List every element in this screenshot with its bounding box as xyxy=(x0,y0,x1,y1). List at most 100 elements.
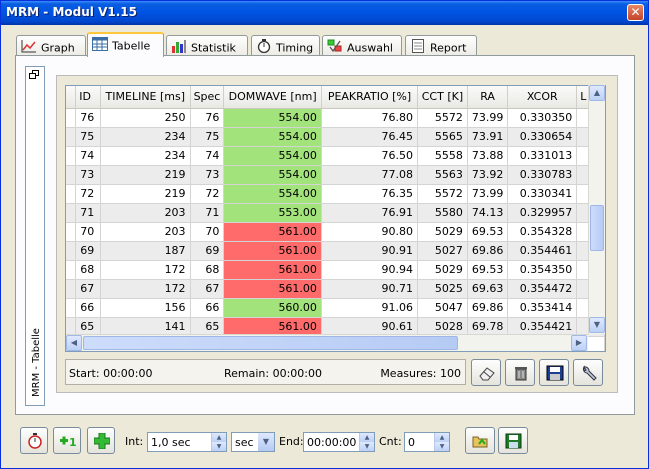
cell-peakratio[interactable]: 90.94 xyxy=(321,260,419,280)
row-selector[interactable] xyxy=(66,222,77,242)
cell-peakratio[interactable]: 90.91 xyxy=(321,241,419,261)
cell-cct[interactable]: 5029 xyxy=(417,222,468,242)
tab-statistik[interactable]: Statistik xyxy=(166,35,248,56)
cell-spec[interactable]: 67 xyxy=(190,279,225,299)
scroll-right-button[interactable]: ▶ xyxy=(571,335,587,351)
unit-select[interactable]: sec ▼ xyxy=(231,432,275,452)
cell-xcor[interactable]: 0.329957 xyxy=(507,203,578,223)
cell-id[interactable]: 73 xyxy=(75,165,102,185)
cell-cct[interactable]: 5580 xyxy=(417,203,468,223)
cell-spec[interactable]: 69 xyxy=(190,241,225,261)
column-header-spec[interactable]: Spec xyxy=(190,86,225,109)
cell-xcor[interactable]: 0.330341 xyxy=(507,184,578,204)
scroll-up-button[interactable]: ▲ xyxy=(589,85,605,101)
settings-button[interactable] xyxy=(573,359,603,386)
cell-id[interactable]: 68 xyxy=(75,260,102,280)
cell-xcor[interactable]: 0.354461 xyxy=(507,241,578,261)
row-selector[interactable] xyxy=(66,260,77,280)
cell-ra[interactable]: 69.86 xyxy=(467,241,509,261)
table-row[interactable]: 67 172 67 561.00 90.71 5025 69.63 0.354472 xyxy=(66,279,605,299)
cell-spec[interactable]: 68 xyxy=(190,260,225,280)
cell-domwave[interactable]: 561.00 xyxy=(223,241,322,261)
cell-domwave[interactable]: 554.00 xyxy=(223,184,322,204)
cell-ra[interactable]: 73.91 xyxy=(467,127,509,147)
table-row[interactable]: 70 203 70 561.00 90.80 5029 69.53 0.354328 xyxy=(66,222,605,242)
cell-ra[interactable]: 69.53 xyxy=(467,260,509,280)
cell-ra[interactable]: 69.63 xyxy=(467,279,509,299)
horizontal-scrollbar[interactable]: ◀ ▶ xyxy=(66,334,588,351)
tab-timing[interactable]: Timing xyxy=(251,35,320,56)
cell-id[interactable]: 75 xyxy=(75,127,102,147)
cell-spec[interactable]: 66 xyxy=(190,298,225,318)
add-button[interactable] xyxy=(87,427,115,454)
end-time-input[interactable]: 00:00:00 ▲ ▼ xyxy=(303,432,375,452)
tab-auswahl[interactable]: Auswahl xyxy=(322,35,402,56)
cell-cct[interactable]: 5027 xyxy=(417,241,468,261)
cell-spec[interactable]: 72 xyxy=(190,184,225,204)
cell-cct[interactable]: 5029 xyxy=(417,260,468,280)
column-header-timeline[interactable]: TIMELINE [ms] xyxy=(100,86,191,109)
scroll-down-button[interactable]: ▼ xyxy=(589,317,605,333)
cell-peakratio[interactable]: 76.35 xyxy=(321,184,419,204)
column-header-ra[interactable]: RA xyxy=(467,86,509,109)
tab-report[interactable]: Report xyxy=(405,35,477,56)
cell-id[interactable]: 74 xyxy=(75,146,102,166)
tab-tabelle[interactable]: Tabelle xyxy=(87,32,164,57)
cell-domwave[interactable]: 561.00 xyxy=(223,260,322,280)
open-file-button[interactable] xyxy=(465,427,495,454)
cell-timeline[interactable]: 203 xyxy=(100,203,191,223)
tab-graph[interactable]: Graph xyxy=(16,35,86,56)
cell-timeline[interactable]: 172 xyxy=(100,279,191,299)
table-row[interactable]: 75 234 75 554.00 76.45 5565 73.91 0.330654 xyxy=(66,127,605,147)
cell-timeline[interactable]: 250 xyxy=(100,108,191,128)
cell-ra[interactable]: 73.92 xyxy=(467,165,509,185)
horizontal-scroll-thumb[interactable] xyxy=(83,336,458,350)
cell-timeline[interactable]: 234 xyxy=(100,127,191,147)
cell-xcor[interactable]: 0.354472 xyxy=(507,279,578,299)
cell-ra[interactable]: 74.13 xyxy=(467,203,509,223)
table-row[interactable]: 69 187 69 561.00 90.91 5027 69.86 0.354461 xyxy=(66,241,605,261)
cell-peakratio[interactable]: 77.08 xyxy=(321,165,419,185)
table-row[interactable]: 74 234 74 554.00 76.50 5558 73.88 0.331013 xyxy=(66,146,605,166)
column-header-id[interactable]: ID xyxy=(75,86,102,109)
cell-timeline[interactable]: 172 xyxy=(100,260,191,280)
vertical-scrollbar[interactable]: ▲ ▼ xyxy=(588,85,605,334)
cell-xcor[interactable]: 0.354328 xyxy=(507,222,578,242)
cell-spec[interactable]: 73 xyxy=(190,165,225,185)
cell-ra[interactable]: 73.99 xyxy=(467,108,509,128)
clear-button[interactable] xyxy=(471,359,501,386)
cell-id[interactable]: 69 xyxy=(75,241,102,261)
vertical-scroll-thumb[interactable] xyxy=(590,205,604,251)
cell-cct[interactable]: 5558 xyxy=(417,146,468,166)
cell-spec[interactable]: 74 xyxy=(190,146,225,166)
row-selector[interactable] xyxy=(66,146,77,166)
cell-peakratio[interactable]: 76.45 xyxy=(321,127,419,147)
cell-peakratio[interactable]: 76.50 xyxy=(321,146,419,166)
cell-peakratio[interactable]: 90.71 xyxy=(321,279,419,299)
cell-peakratio[interactable]: 91.06 xyxy=(321,298,419,318)
data-table[interactable]: ID TIMELINE [ms] Spec DOMWAVE [nm] PEAKR… xyxy=(65,85,606,352)
cell-ra[interactable]: 69.53 xyxy=(467,222,509,242)
cell-ra[interactable]: 73.99 xyxy=(467,184,509,204)
table-row[interactable]: 76 250 76 554.00 76.80 5572 73.99 0.330350 xyxy=(66,108,605,128)
cell-spec[interactable]: 76 xyxy=(190,108,225,128)
cell-peakratio[interactable]: 76.80 xyxy=(321,108,419,128)
cell-id[interactable]: 71 xyxy=(75,203,102,223)
cell-timeline[interactable]: 219 xyxy=(100,184,191,204)
cell-cct[interactable]: 5563 xyxy=(417,165,468,185)
chevron-down-icon[interactable]: ▼ xyxy=(258,433,274,451)
cell-cct[interactable]: 5565 xyxy=(417,127,468,147)
row-selector[interactable] xyxy=(66,298,77,318)
cell-xcor[interactable]: 0.354350 xyxy=(507,260,578,280)
restore-icon[interactable] xyxy=(29,70,40,80)
cell-id[interactable]: 67 xyxy=(75,279,102,299)
cell-id[interactable]: 76 xyxy=(75,108,102,128)
interval-spinner[interactable]: ▲ ▼ xyxy=(211,433,226,451)
table-row[interactable]: 66 156 66 560.00 91.06 5047 69.86 0.353414 xyxy=(66,298,605,318)
table-row[interactable]: 71 203 71 553.00 76.91 5580 74.13 0.329957 xyxy=(66,203,605,223)
cell-xcor[interactable]: 0.330654 xyxy=(507,127,578,147)
cell-xcor[interactable]: 0.330783 xyxy=(507,165,578,185)
cell-domwave[interactable]: 554.00 xyxy=(223,146,322,166)
save-table-button[interactable] xyxy=(539,359,569,386)
cell-xcor[interactable]: 0.330350 xyxy=(507,108,578,128)
